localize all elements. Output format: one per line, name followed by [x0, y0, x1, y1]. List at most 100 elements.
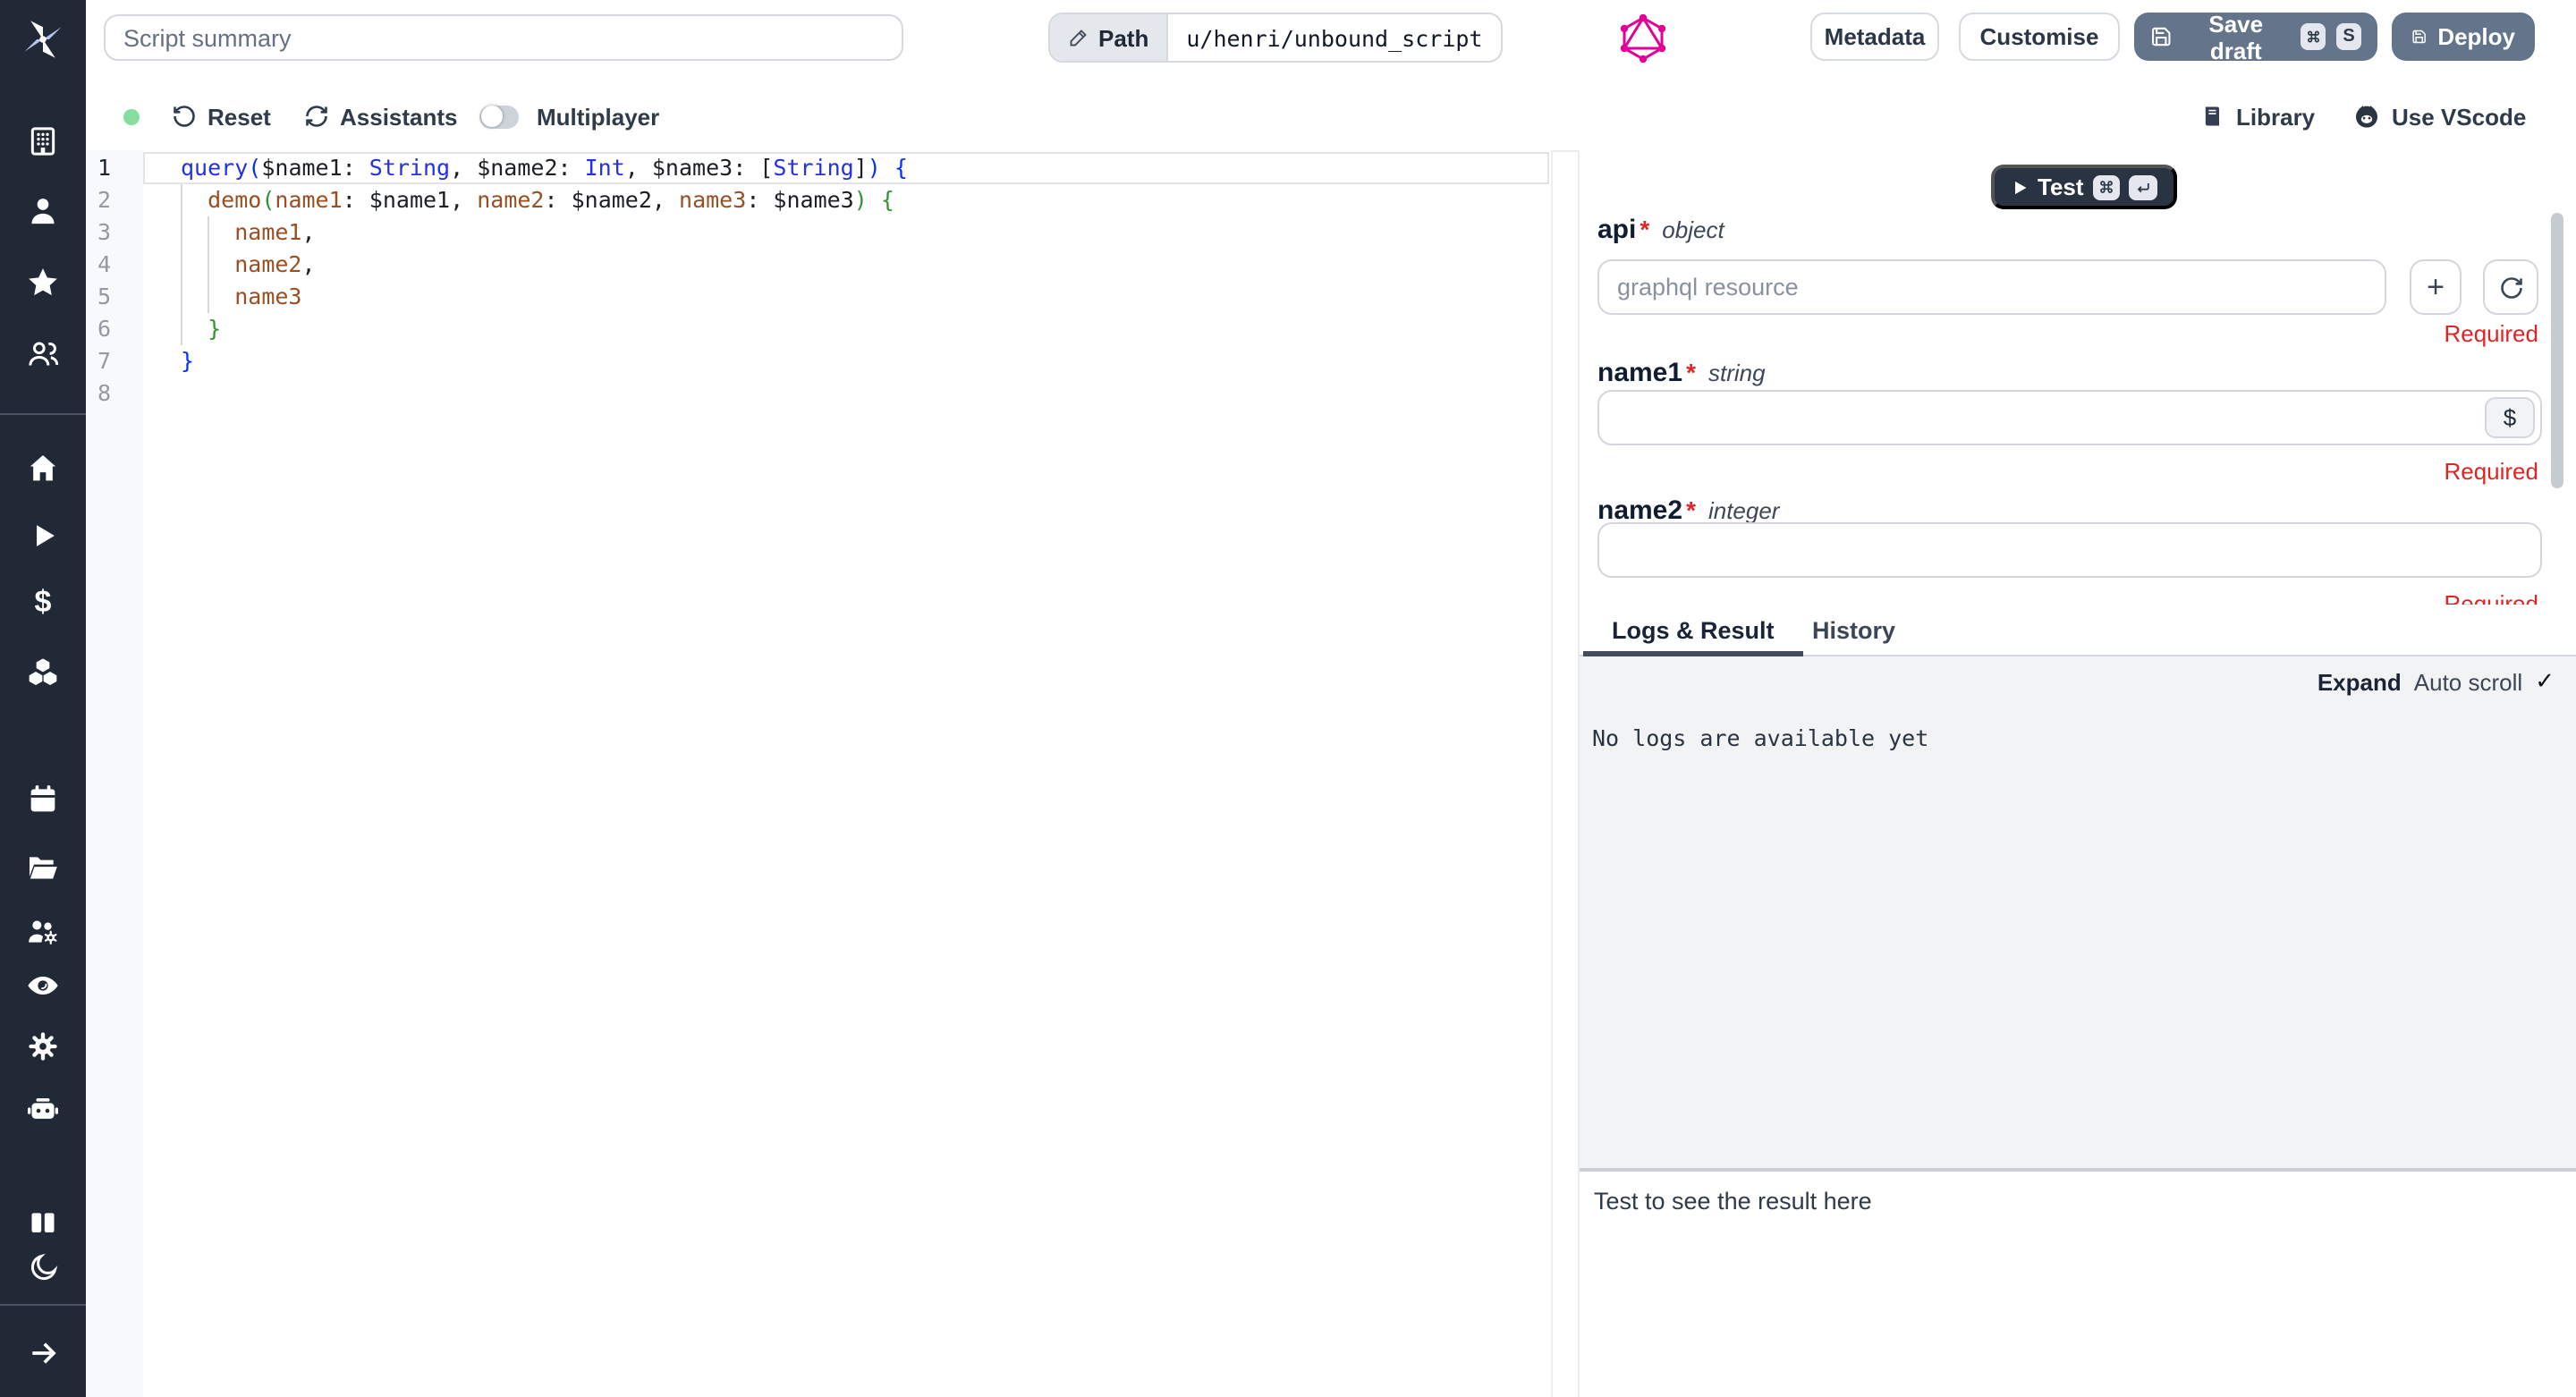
line-number: 6 [86, 313, 111, 345]
windmill-logo-icon [21, 16, 64, 63]
line-number: 4 [86, 249, 111, 281]
refresh-cw-icon [304, 104, 329, 129]
eye-icon [25, 968, 61, 1003]
autoscroll-label[interactable]: Auto scroll [2414, 668, 2522, 695]
tab-logs-result[interactable]: Logs & Result [1583, 605, 1803, 655]
saved-status-dot [123, 108, 140, 124]
tab-history[interactable]: History [1784, 605, 1924, 655]
required-asterisk: * [1686, 495, 1696, 524]
insert-variable-button[interactable]: $ [2485, 397, 2535, 438]
expand-button[interactable]: Expand [2318, 668, 2402, 695]
sidebar-collapse-button[interactable] [21, 1331, 64, 1374]
code-line[interactable]: 5 name3 [86, 281, 1551, 313]
rotate-ccw-icon [172, 104, 197, 129]
arg-type: integer [1708, 497, 1780, 524]
sidebar-item-schedules[interactable] [21, 778, 64, 821]
robot-icon [25, 1091, 61, 1127]
logs-controls: Expand Auto scroll ✓ [2318, 667, 2555, 696]
path-edit-button[interactable]: Path [1050, 14, 1168, 61]
logs-area: Expand Auto scroll ✓ No logs are availab… [1580, 656, 2576, 1168]
library-book-icon [2200, 104, 2225, 129]
code-line[interactable]: 2 demo(name1: $name1, name2: $name2, nam… [86, 184, 1551, 216]
path-value[interactable]: u/henri/unbound_script [1168, 14, 1500, 61]
windmill-logo[interactable] [21, 18, 64, 61]
sidebar-item-resources[interactable] [21, 651, 64, 694]
moon-icon [26, 1249, 60, 1283]
code-line[interactable]: 1query($name1: String, $name2: Int, $nam… [86, 152, 1551, 184]
multiplayer-label: Multiplayer [537, 103, 659, 130]
code-text: name1, [181, 216, 316, 249]
refresh-resource-button[interactable] [2483, 259, 2538, 315]
deploy-button[interactable]: Deploy [2392, 13, 2535, 61]
arg-name: api [1597, 215, 1636, 245]
use-vscode-button[interactable]: Use VScode [2352, 82, 2526, 150]
api-input[interactable] [1597, 259, 2386, 315]
calendar-icon [25, 782, 61, 817]
book-icon [25, 1206, 61, 1241]
customise-label: Customise [1980, 23, 2099, 50]
required-hint: Required [2444, 320, 2538, 347]
library-button[interactable]: Library [2200, 82, 2315, 150]
no-logs-message: No logs are available yet [1592, 724, 1928, 751]
multiplayer-label-wrap: Multiplayer [537, 82, 659, 150]
test-panel: Test api* object + [1580, 150, 2576, 1397]
code-text: } [181, 313, 221, 345]
home-icon [25, 451, 61, 487]
cubes-icon [25, 655, 61, 690]
multiplayer-toggle[interactable] [479, 105, 519, 128]
sidebar-item-runs[interactable] [21, 513, 64, 556]
save-draft-label: Save draft [2183, 10, 2290, 64]
sidebar-item-folders[interactable] [21, 846, 64, 889]
autoscroll-checkmark[interactable]: ✓ [2535, 667, 2555, 696]
script-summary-input[interactable] [104, 14, 903, 61]
customise-button[interactable]: Customise [1959, 13, 2120, 61]
scrollbar-thumb[interactable] [2551, 213, 2563, 488]
assistants-label: Assistants [340, 103, 458, 130]
users-gear-icon [25, 914, 61, 950]
sidebar-item-user[interactable] [21, 190, 64, 233]
save-draft-button[interactable]: Save draft S [2134, 13, 2377, 61]
add-resource-button[interactable]: + [2410, 259, 2462, 315]
sidebar-item-workspace[interactable] [21, 120, 64, 163]
name1-input[interactable] [1597, 390, 2542, 445]
result-tabs: Logs & Result History [1580, 605, 2576, 656]
code-line[interactable]: 7} [86, 345, 1551, 377]
sidebar-item-audit[interactable] [21, 964, 64, 1007]
sidebar-item-docs[interactable] [21, 1202, 64, 1245]
graphql-icon [1619, 14, 1667, 63]
dark-mode-toggle[interactable] [21, 1245, 64, 1288]
name2-input[interactable] [1597, 522, 2542, 578]
cmd-key-icon [2305, 29, 2320, 45]
arrow-right-icon [26, 1335, 60, 1369]
code-line[interactable]: 3 name1, [86, 216, 1551, 249]
library-label: Library [2236, 103, 2315, 130]
sidebar-item-favorites[interactable] [21, 261, 64, 304]
reset-button[interactable]: Reset [172, 82, 271, 150]
gear-icon [25, 1029, 61, 1064]
code-line[interactable]: 6 } [86, 313, 1551, 345]
topbar: Path u/henri/unbound_script Metadata Cus… [86, 0, 2576, 84]
code-line[interactable]: 4 name2, [86, 249, 1551, 281]
metadata-button[interactable]: Metadata [1810, 13, 1939, 61]
sidebar-item-settings[interactable] [21, 1025, 64, 1068]
arg-type: string [1708, 360, 1766, 386]
sidebar-item-home[interactable] [21, 447, 64, 490]
line-number: 1 [86, 152, 111, 184]
save-icon [2150, 25, 2173, 48]
assistants-button[interactable]: Assistants [304, 82, 458, 150]
code-text: } [181, 345, 194, 377]
code-line[interactable]: 8 [86, 377, 1551, 410]
arg-type: object [1662, 216, 1724, 243]
sidebar-item-ai[interactable] [21, 1088, 64, 1130]
arg-name: name1 [1597, 358, 1682, 388]
sidebar-item-workers[interactable] [21, 910, 64, 953]
sidebar-item-variables[interactable]: $ [21, 581, 64, 624]
line-number: 2 [86, 184, 111, 216]
pane-splitter[interactable] [1551, 150, 1553, 1397]
line-number: 8 [86, 377, 111, 410]
sidebar-item-groups[interactable] [21, 333, 64, 376]
rotate-cw-icon [2498, 275, 2523, 300]
code-editor[interactable]: 1query($name1: String, $name2: Int, $nam… [86, 150, 1551, 1397]
required-hint: Required [2444, 458, 2538, 485]
save-icon [2411, 25, 2427, 48]
